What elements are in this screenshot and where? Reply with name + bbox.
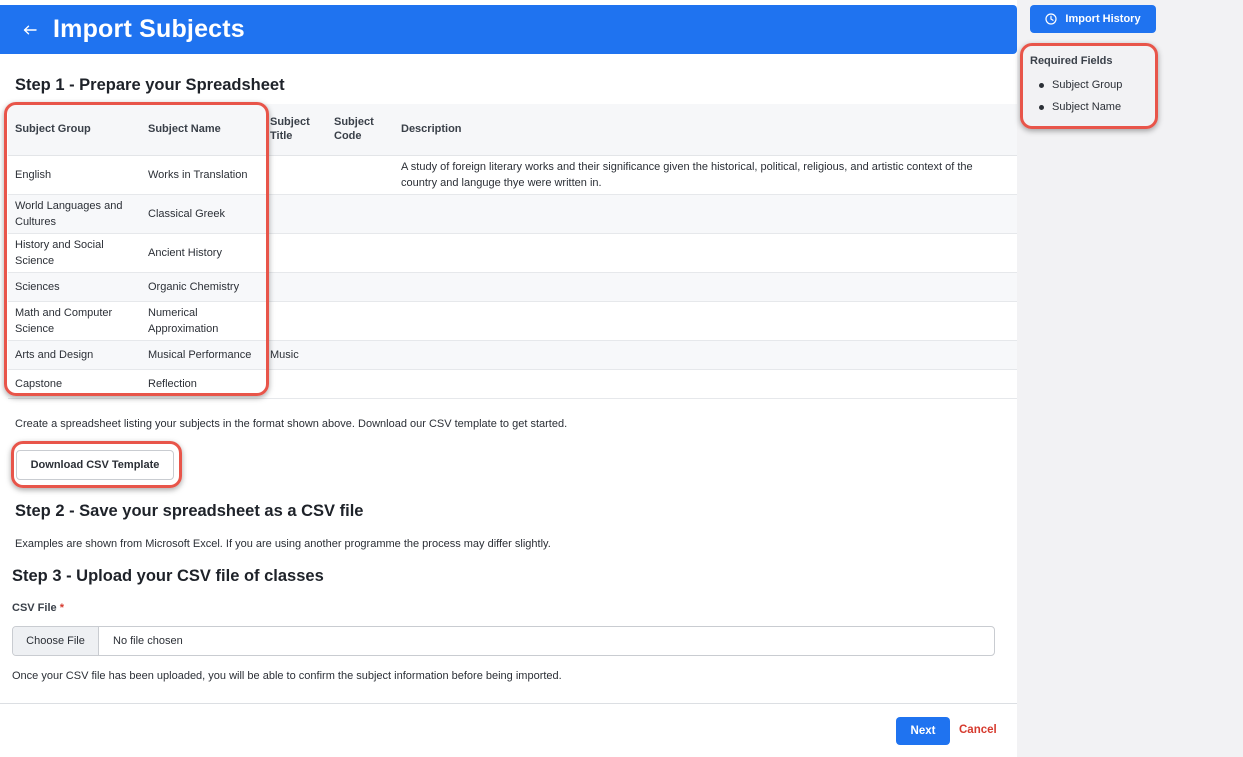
table-row: History and Social Science Ancient Histo… bbox=[8, 233, 1017, 273]
back-arrow-icon[interactable] bbox=[21, 21, 39, 39]
cell-subject-group: Arts and Design bbox=[8, 340, 141, 370]
cell-subject-code bbox=[327, 301, 394, 341]
cell-subject-code bbox=[327, 233, 394, 273]
cell-subject-code bbox=[327, 369, 394, 399]
cell-subject-group: History and Social Science bbox=[8, 233, 141, 273]
file-status-text: No file chosen bbox=[113, 635, 183, 647]
main-panel: Import Subjects Step 1 - Prepare your Sp… bbox=[0, 0, 1017, 757]
column-header-subject-code: Subject Code bbox=[327, 104, 394, 156]
cell-subject-code bbox=[327, 194, 394, 234]
required-asterisk: * bbox=[59, 602, 64, 614]
step1-title: Step 1 - Prepare your Spreadsheet bbox=[15, 76, 285, 94]
cell-description bbox=[394, 301, 1017, 341]
list-item: Subject Name bbox=[1030, 101, 1122, 114]
step3-note: Once your CSV file has been uploaded, yo… bbox=[12, 670, 562, 682]
column-header-subject-group: Subject Group bbox=[8, 104, 141, 156]
table-row: English Works in Translation A study of … bbox=[8, 155, 1017, 195]
download-csv-template-button[interactable]: Download CSV Template bbox=[16, 450, 174, 480]
cell-subject-group: World Languages and Cultures bbox=[8, 194, 141, 234]
cell-subject-group: Capstone bbox=[8, 369, 141, 399]
cell-subject-title bbox=[264, 194, 327, 234]
table-row: Arts and Design Musical Performance Musi… bbox=[8, 340, 1017, 370]
import-history-label: Import History bbox=[1065, 13, 1141, 25]
column-header-description: Description bbox=[394, 104, 1017, 156]
column-header-subject-name: Subject Name bbox=[141, 104, 264, 156]
cell-subject-name: Reflection bbox=[141, 369, 264, 399]
table-row: Math and Computer Science Numerical Appr… bbox=[8, 301, 1017, 341]
cell-subject-title bbox=[264, 155, 327, 195]
step1-instructions: Create a spreadsheet listing your subjec… bbox=[15, 418, 568, 430]
table-row: World Languages and Cultures Classical G… bbox=[8, 194, 1017, 234]
cell-subject-group: English bbox=[8, 155, 141, 195]
cell-subject-name: Classical Greek bbox=[141, 194, 264, 234]
cell-subject-group: Sciences bbox=[8, 272, 141, 302]
csv-file-label: CSV File * bbox=[12, 602, 64, 614]
required-fields-list: Subject Group Subject Name bbox=[1030, 79, 1122, 114]
list-item: Subject Group bbox=[1030, 79, 1122, 92]
step2-text: Examples are shown from Microsoft Excel.… bbox=[15, 538, 551, 550]
cell-description bbox=[394, 194, 1017, 234]
table-header-row: Subject Group Subject Name Subject Title… bbox=[8, 104, 1017, 156]
cell-subject-name: Ancient History bbox=[141, 233, 264, 273]
cell-subject-title bbox=[264, 369, 327, 399]
table-row: Capstone Reflection bbox=[8, 369, 1017, 399]
csv-file-label-text: CSV File bbox=[12, 602, 57, 614]
cell-description bbox=[394, 272, 1017, 302]
page-header: Import Subjects bbox=[0, 5, 1017, 54]
cell-subject-code bbox=[327, 272, 394, 302]
cell-subject-code bbox=[327, 155, 394, 195]
example-table: Subject Group Subject Name Subject Title… bbox=[8, 104, 1017, 399]
history-clock-icon bbox=[1045, 13, 1058, 26]
cell-description bbox=[394, 340, 1017, 370]
step2-title: Step 2 - Save your spreadsheet as a CSV … bbox=[15, 502, 364, 520]
step3-title: Step 3 - Upload your CSV file of classes bbox=[12, 567, 324, 585]
column-header-subject-title: Subject Title bbox=[264, 104, 327, 156]
page-title: Import Subjects bbox=[53, 15, 245, 43]
cell-subject-name: Musical Performance bbox=[141, 340, 264, 370]
required-fields-title: Required Fields bbox=[1030, 55, 1113, 67]
cell-description: A study of foreign literary works and th… bbox=[394, 155, 1017, 195]
table-row: Sciences Organic Chemistry bbox=[8, 272, 1017, 302]
cell-subject-title bbox=[264, 301, 327, 341]
cell-subject-title: Music bbox=[264, 340, 327, 370]
cell-description bbox=[394, 369, 1017, 399]
choose-file-button[interactable]: Choose File bbox=[13, 627, 99, 655]
cell-subject-name: Organic Chemistry bbox=[141, 272, 264, 302]
csv-file-input[interactable]: Choose File No file chosen bbox=[12, 626, 995, 656]
cell-description bbox=[394, 233, 1017, 273]
required-fields-panel: Required Fields Subject Group Subject Na… bbox=[1030, 55, 1122, 123]
cell-subject-title bbox=[264, 272, 327, 302]
cancel-button[interactable]: Cancel bbox=[959, 724, 997, 736]
next-button[interactable]: Next bbox=[896, 717, 950, 745]
cell-subject-name: Numerical Approximation bbox=[141, 301, 264, 341]
cell-subject-group: Math and Computer Science bbox=[8, 301, 141, 341]
cell-subject-code bbox=[327, 340, 394, 370]
import-history-button[interactable]: Import History bbox=[1030, 5, 1156, 33]
cell-subject-name: Works in Translation bbox=[141, 155, 264, 195]
footer-divider bbox=[0, 703, 1017, 704]
cell-subject-title bbox=[264, 233, 327, 273]
